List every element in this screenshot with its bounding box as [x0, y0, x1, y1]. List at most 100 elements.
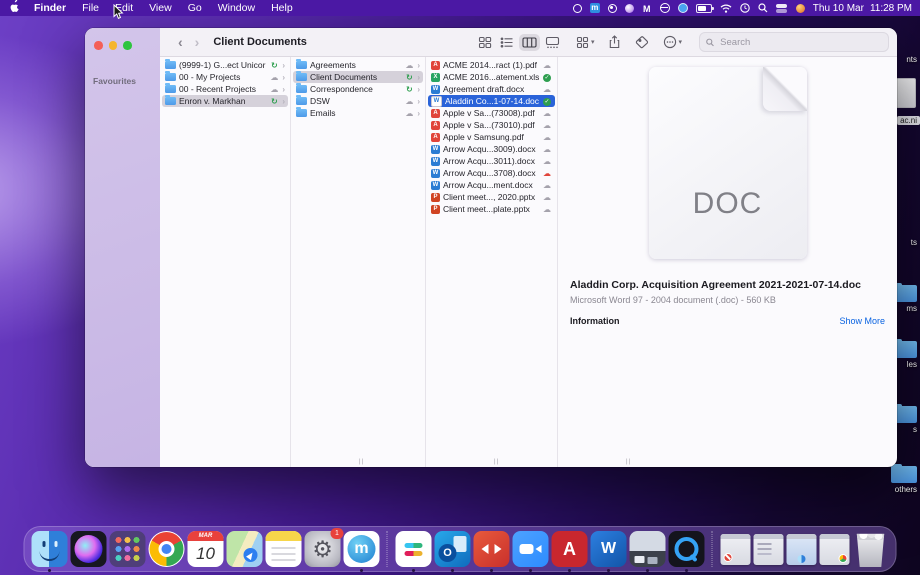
file-row[interactable]: PClient meet...plate.pptx☁	[428, 203, 555, 215]
file-type-icon-pdf: A	[431, 121, 440, 130]
dock-outlook-icon[interactable]: O	[435, 531, 471, 567]
file-row[interactable]: WArrow Acqu...3011).docx☁	[428, 155, 555, 167]
dock-divider	[387, 531, 389, 567]
icon-view-button[interactable]	[475, 34, 495, 51]
show-more-link[interactable]: Show More	[839, 316, 885, 326]
search-field[interactable]	[699, 32, 889, 52]
minimize-button[interactable]	[109, 41, 118, 50]
dock-minimized-window[interactable]	[820, 534, 850, 565]
dock-word-icon[interactable]: W	[591, 531, 627, 567]
dock: MAR10 ⚙1m O AW	[24, 526, 897, 572]
search-icon[interactable]	[758, 3, 768, 13]
file-row[interactable]: PClient meet..., 2020.pptx☁	[428, 191, 555, 203]
file-row[interactable]: WArrow Acqu...3009).docx☁	[428, 143, 555, 155]
file-row[interactable]: WAladdin Co...1-07-14.doc✓	[428, 95, 555, 107]
file-name: Aladdin Co...1-07-14.doc	[445, 96, 539, 106]
menu-edit[interactable]: Edit	[107, 2, 141, 14]
tag-button[interactable]	[632, 34, 652, 51]
file-row[interactable]: WAgreement draft.docx☁	[428, 83, 555, 95]
clock-icon[interactable]	[740, 3, 750, 13]
column-resize-handle[interactable]: ||	[359, 459, 364, 465]
dock-slack-icon[interactable]	[396, 531, 432, 567]
dock-screenshot-app-icon[interactable]	[630, 531, 666, 567]
dock-acrobat-icon[interactable]: A	[552, 531, 588, 567]
more-actions-button[interactable]: ▾	[660, 33, 685, 51]
chevron-right-icon: ›	[417, 61, 420, 70]
blue-dot-icon[interactable]	[678, 3, 688, 13]
folder-name: Correspondence	[310, 84, 401, 94]
record-icon[interactable]	[573, 4, 582, 13]
battery-icon[interactable]	[696, 4, 712, 13]
search-input[interactable]	[718, 36, 882, 49]
doc-file-preview: DOC	[649, 67, 807, 259]
file-row[interactable]: WArrow Acqu...ment.docx☁	[428, 179, 555, 191]
icloud-cloud-icon: ☁	[542, 85, 552, 94]
menu-window[interactable]: Window	[210, 2, 263, 14]
gallery-view-button[interactable]	[542, 34, 563, 51]
folder-row[interactable]: Enron v. Markhan↻›	[162, 95, 288, 107]
dock-zoom-icon[interactable]	[513, 531, 549, 567]
file-row[interactable]: XACME 2016...atement.xls✓	[428, 71, 555, 83]
column-resize-handle[interactable]: ||	[626, 459, 631, 465]
dock-minimized-window[interactable]	[787, 534, 817, 565]
folder-row[interactable]: 00 - My Projects☁›	[162, 71, 288, 83]
dock-launchpad-icon[interactable]	[110, 531, 146, 567]
folder-row[interactable]: (9999-1) G...ect Unicorn↻›	[162, 59, 288, 71]
menu-go[interactable]: Go	[180, 2, 210, 14]
back-button[interactable]: ‹	[172, 29, 189, 55]
folder-row[interactable]: DSW☁›	[293, 95, 423, 107]
dock-divider	[712, 531, 714, 567]
dock-chrome-icon[interactable]	[149, 531, 185, 567]
column-view-button[interactable]	[519, 34, 540, 51]
mimecast-icon[interactable]: m	[590, 3, 600, 13]
menu-finder[interactable]: Finder	[26, 2, 74, 14]
dock-m-app-icon[interactable]: m	[344, 531, 380, 567]
dock-minimized-window[interactable]	[754, 534, 784, 565]
file-name: Arrow Acqu...3011).docx	[443, 156, 539, 166]
folder-row[interactable]: Agreements☁›	[293, 59, 423, 71]
file-row[interactable]: AACME 2014...ract (1).pdf☁	[428, 59, 555, 71]
menu-file[interactable]: File	[74, 2, 107, 14]
disc-icon[interactable]	[608, 4, 617, 13]
column-resize-handle[interactable]: ||	[494, 459, 499, 465]
dock-quicktime-icon[interactable]	[669, 531, 705, 567]
folder-row[interactable]: Client Documents↻›	[293, 71, 423, 83]
finder-window: Favourites ‹ › Client Documents ▾ ▾	[85, 28, 897, 467]
menu-view[interactable]: View	[141, 2, 180, 14]
file-row[interactable]: WArrow Acqu...3708).docx☁	[428, 167, 555, 179]
folder-row[interactable]: Emails☁›	[293, 107, 423, 119]
file-row[interactable]: AApple v Sa...(73010).pdf☁	[428, 119, 555, 131]
group-by-button[interactable]: ▾	[573, 34, 598, 51]
folder-name: DSW	[310, 96, 401, 106]
folder-row[interactable]: Correspondence↻›	[293, 83, 423, 95]
menu-clock[interactable]: Thu 10 Mar 11:28 PM	[813, 3, 912, 14]
avatar-icon[interactable]	[796, 4, 805, 13]
dock-calendar-icon[interactable]: MAR10	[188, 531, 224, 567]
file-type-icon-xls: X	[431, 73, 440, 82]
dock-trash-icon[interactable]	[853, 531, 889, 567]
dock-settings-icon[interactable]: ⚙1	[305, 531, 341, 567]
list-view-button[interactable]	[497, 34, 517, 51]
close-button[interactable]	[94, 41, 103, 50]
dock-siri-icon[interactable]	[71, 531, 107, 567]
dock-notes-icon[interactable]	[266, 531, 302, 567]
globe-icon[interactable]	[660, 3, 670, 13]
menu-help[interactable]: Help	[263, 2, 301, 14]
dock-maps-icon[interactable]	[227, 531, 263, 567]
control-center-icon[interactable]	[776, 4, 788, 13]
wifi-icon[interactable]	[720, 4, 732, 13]
dock-remote-desktop-icon[interactable]	[474, 531, 510, 567]
share-button[interactable]	[605, 33, 624, 51]
folder-row[interactable]: 00 - Recent Projects☁›	[162, 83, 288, 95]
desktop-item[interactable]: others	[886, 466, 920, 494]
dock-finder-icon[interactable]	[32, 531, 68, 567]
forward-button[interactable]: ›	[189, 29, 206, 55]
apple-menu[interactable]	[8, 0, 26, 17]
dock-minimized-window[interactable]	[721, 534, 751, 565]
file-name: ACME 2016...atement.xls	[443, 72, 539, 82]
file-row[interactable]: AApple v Samsung.pdf☁	[428, 131, 555, 143]
zoom-button[interactable]	[123, 41, 132, 50]
siri-icon[interactable]	[625, 4, 634, 13]
file-row[interactable]: AApple v Sa...(73008).pdf☁	[428, 107, 555, 119]
m-letter-icon[interactable]: M	[642, 4, 652, 13]
